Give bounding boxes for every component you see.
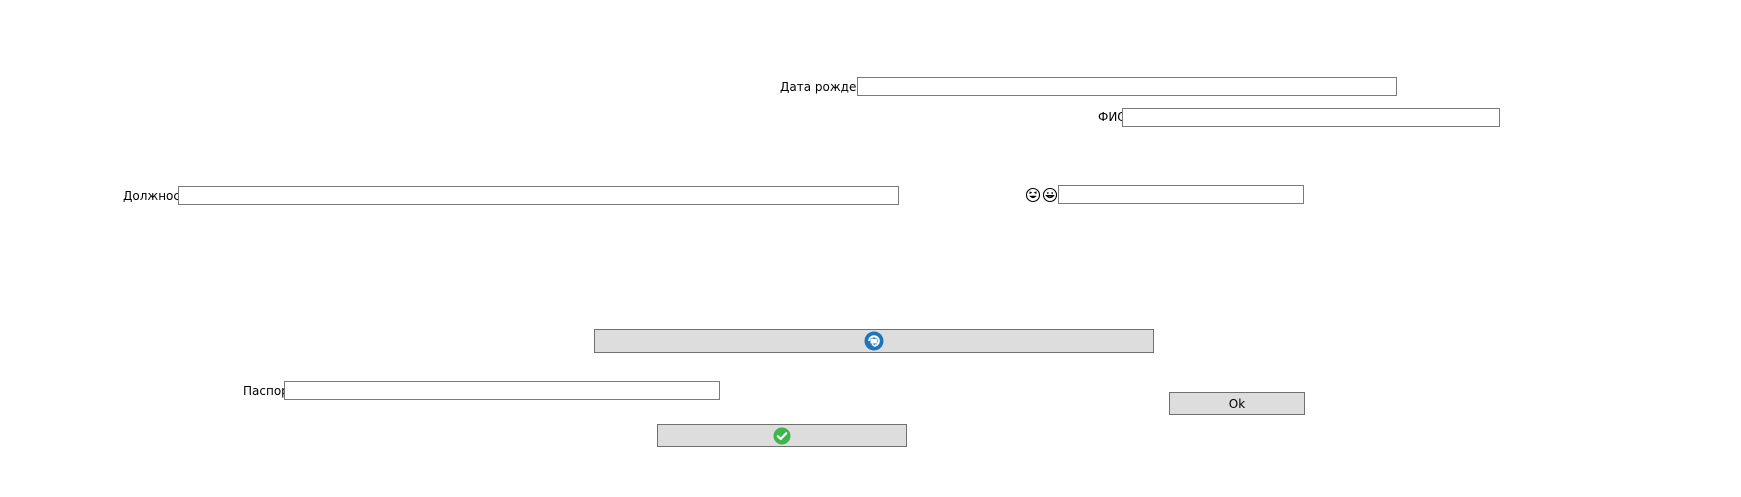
grinning-face-icon	[1042, 187, 1058, 203]
ok-button[interactable]: Ok	[1169, 392, 1305, 415]
checkmark-icon	[773, 427, 791, 444]
birth-date-field[interactable]	[857, 77, 1397, 96]
passport-field[interactable]	[284, 381, 720, 400]
refresh-icon	[864, 331, 884, 351]
refresh-button[interactable]	[594, 329, 1154, 353]
confirm-button[interactable]	[657, 424, 907, 447]
full-name-field[interactable]	[1122, 108, 1500, 127]
emoji-field[interactable]	[1058, 185, 1304, 204]
position-field[interactable]	[178, 186, 899, 205]
laughing-face-icon	[1025, 187, 1041, 203]
